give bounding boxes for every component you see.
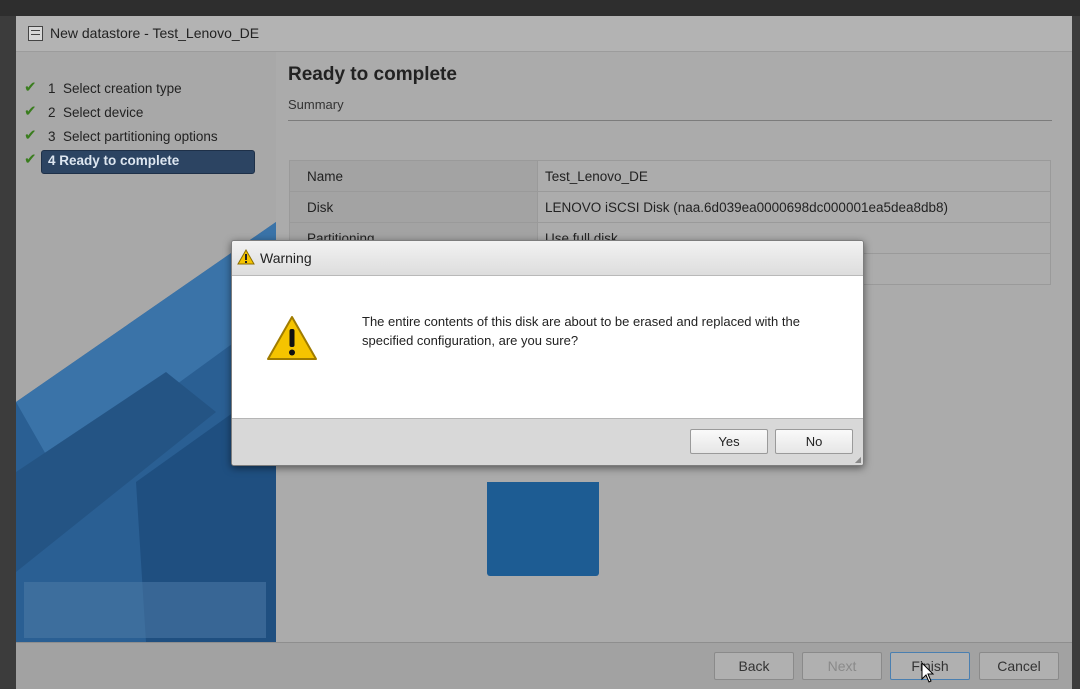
warning-icon (237, 249, 255, 265)
step-label: Select creation type (63, 81, 182, 96)
checkmark-icon: ✔ (24, 79, 37, 96)
datastore-icon (28, 26, 43, 41)
dialog-message: The entire contents of this disk are abo… (362, 314, 800, 348)
no-button[interactable]: No (775, 429, 853, 454)
checkmark-icon: ✔ (24, 103, 37, 120)
background-right (1072, 16, 1080, 688)
checkmark-icon: ✔ (24, 127, 37, 144)
step-number: 3 (48, 129, 56, 144)
step-number: 2 (48, 105, 56, 120)
yes-button[interactable]: Yes (690, 429, 768, 454)
page-title: Ready to complete (288, 64, 457, 85)
section-subtitle: Summary (288, 97, 344, 112)
table-row: Disk LENOVO iSCSI Disk (naa.6d039ea00006… (289, 191, 1051, 223)
step-label: Select device (63, 105, 144, 120)
table-row: Name Test_Lenovo_DE (289, 160, 1051, 192)
back-button[interactable]: Back (714, 652, 794, 680)
mouse-cursor-icon (921, 662, 935, 683)
warning-icon (267, 316, 317, 360)
step-label: Ready to complete (59, 153, 180, 168)
cancel-button[interactable]: Cancel (979, 652, 1059, 680)
dialog-body: The entire contents of this disk are abo… (232, 276, 863, 418)
dialog-button-bar: Yes No ◢ (232, 418, 863, 465)
checkmark-icon: ✔ (24, 151, 37, 168)
summary-key: Disk (289, 191, 538, 223)
step-number: 4 (48, 153, 56, 168)
wizard-footer: Back Next Finish Cancel (16, 642, 1072, 689)
summary-value: LENOVO iSCSI Disk (naa.6d039ea0000698dc0… (537, 191, 1051, 223)
step-label: Select partitioning options (63, 129, 218, 144)
dialog-titlebar: Warning (232, 241, 863, 276)
divider (288, 120, 1052, 121)
wizard-titlebar: New datastore - Test_Lenovo_DE (16, 16, 1072, 52)
step-number: 1 (48, 81, 56, 96)
background-decoration-block (487, 482, 599, 576)
wizard-title: New datastore - Test_Lenovo_DE (50, 25, 260, 41)
background-app-strip (0, 0, 1080, 16)
next-button[interactable]: Next (802, 652, 882, 680)
summary-value: Test_Lenovo_DE (537, 160, 1051, 192)
summary-key: Name (289, 160, 538, 192)
warning-dialog: Warning The entire contents of this disk… (231, 240, 864, 466)
resize-grip-icon[interactable]: ◢ (855, 455, 861, 464)
dialog-title: Warning (260, 250, 312, 266)
background-left (0, 16, 16, 688)
